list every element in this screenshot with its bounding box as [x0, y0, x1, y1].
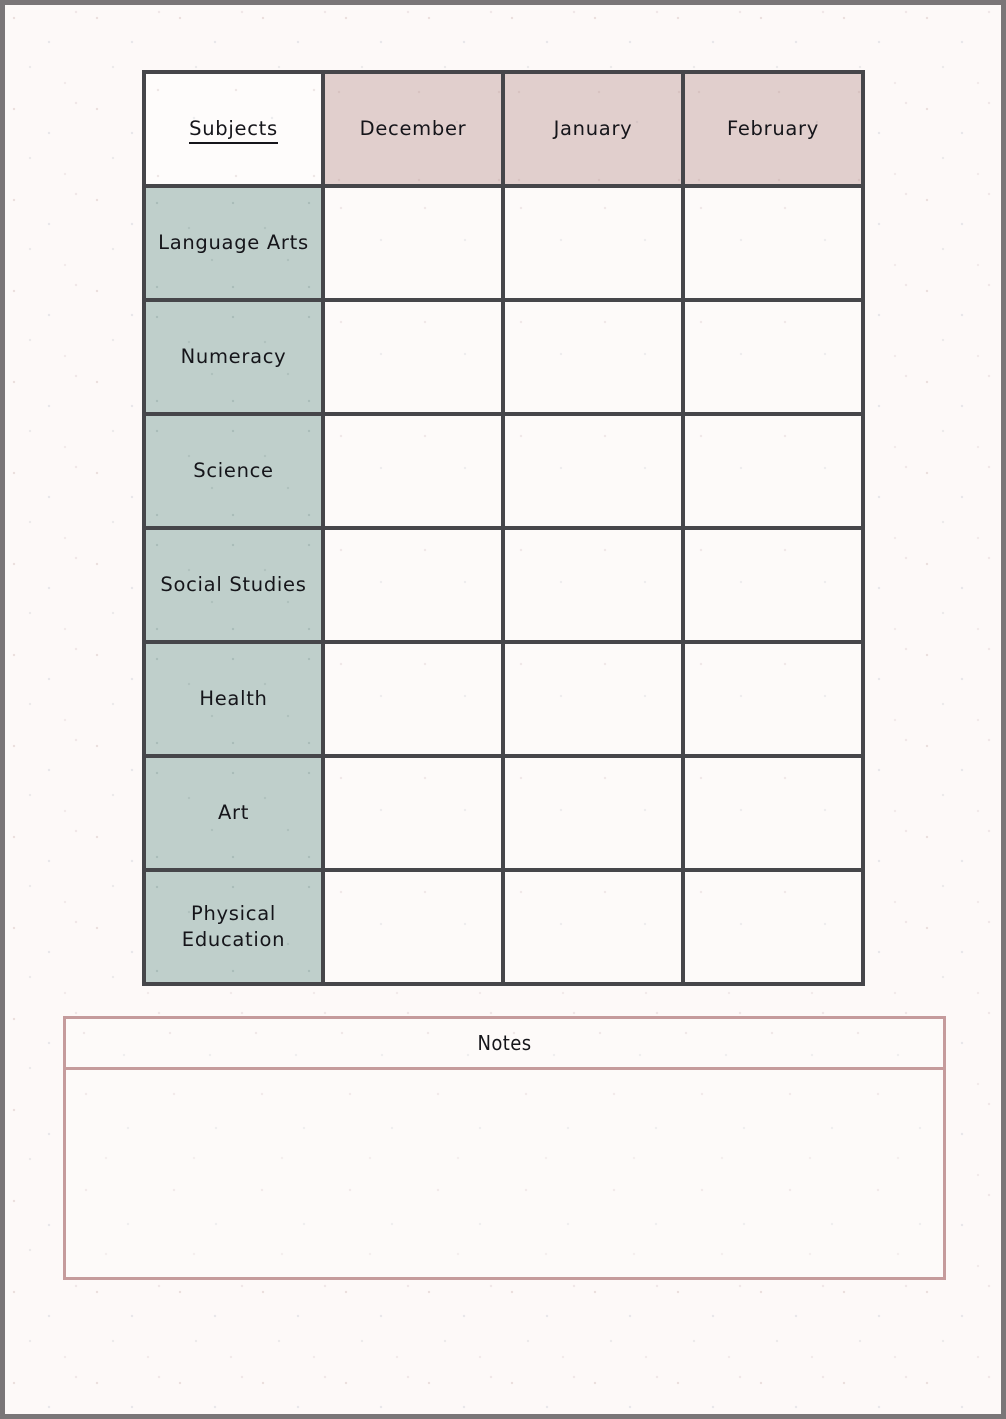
subject-label-social-studies: Social Studies	[142, 526, 325, 644]
planner-page: Subjects December January February Langu…	[5, 5, 1001, 1414]
subject-label-health: Health	[142, 640, 325, 758]
entry-physical-education-january[interactable]	[501, 868, 685, 986]
subject-label-numeracy: Numeracy	[142, 298, 325, 416]
entry-art-january[interactable]	[501, 754, 685, 872]
notes-panel: Notes	[63, 1016, 946, 1280]
entry-language-arts-january[interactable]	[501, 184, 685, 302]
table-row: Language Arts	[142, 184, 865, 302]
column-header-december: December	[321, 70, 505, 188]
subject-label-science: Science	[142, 412, 325, 530]
entry-language-arts-february[interactable]	[681, 184, 865, 302]
entry-social-studies-january[interactable]	[501, 526, 685, 644]
entry-numeracy-december[interactable]	[321, 298, 505, 416]
entry-science-january[interactable]	[501, 412, 685, 530]
entry-science-february[interactable]	[681, 412, 865, 530]
entry-art-february[interactable]	[681, 754, 865, 872]
entry-health-january[interactable]	[501, 640, 685, 758]
table-row: Health	[142, 640, 865, 758]
notes-input-area[interactable]	[66, 1070, 943, 1277]
entry-numeracy-february[interactable]	[681, 298, 865, 416]
table-row: Science	[142, 412, 865, 530]
table-row: Physical Education	[142, 868, 865, 986]
table-row: Social Studies	[142, 526, 865, 644]
entry-physical-education-february[interactable]	[681, 868, 865, 986]
notes-title: Notes	[477, 1031, 532, 1055]
table-row: Numeracy	[142, 298, 865, 416]
column-header-subjects-label: Subjects	[189, 117, 278, 145]
column-header-january: January	[501, 70, 685, 188]
entry-art-december[interactable]	[321, 754, 505, 872]
subject-label-physical-education: Physical Education	[142, 868, 325, 986]
entry-science-december[interactable]	[321, 412, 505, 530]
entry-social-studies-february[interactable]	[681, 526, 865, 644]
entry-social-studies-december[interactable]	[321, 526, 505, 644]
entry-health-december[interactable]	[321, 640, 505, 758]
entry-health-february[interactable]	[681, 640, 865, 758]
notes-header: Notes	[66, 1019, 943, 1070]
entry-numeracy-january[interactable]	[501, 298, 685, 416]
table-row: Art	[142, 754, 865, 872]
entry-language-arts-december[interactable]	[321, 184, 505, 302]
subject-label-language-arts: Language Arts	[142, 184, 325, 302]
column-header-subjects: Subjects	[142, 70, 325, 188]
subject-planner-table: Subjects December January February Langu…	[142, 70, 865, 986]
column-header-february: February	[681, 70, 865, 188]
table-header-row: Subjects December January February	[142, 70, 865, 188]
entry-physical-education-december[interactable]	[321, 868, 505, 986]
subject-label-art: Art	[142, 754, 325, 872]
